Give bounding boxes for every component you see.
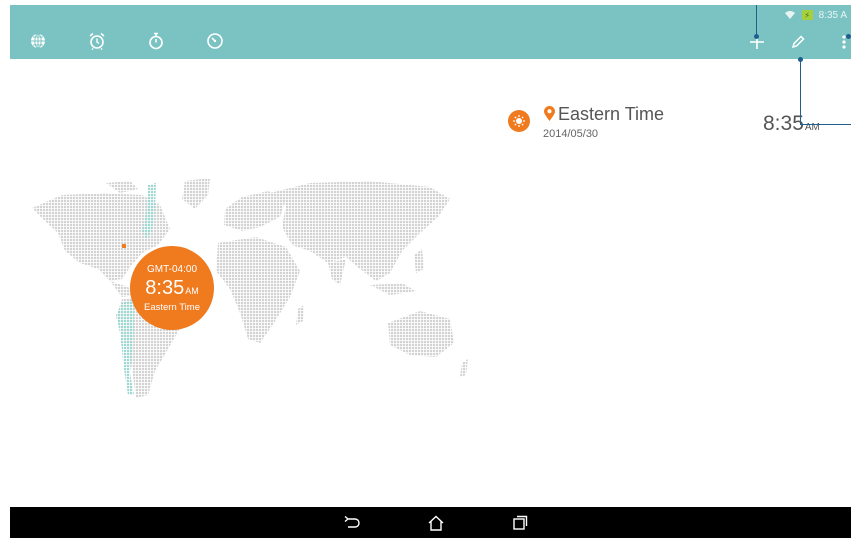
map-time-bubble[interactable]: GMT-04:00 8:35AM Eastern Time [130, 246, 214, 330]
callout-dot-edit [798, 57, 803, 62]
timezone-time-value: 8:35 [763, 112, 804, 135]
location-pin-icon [544, 106, 555, 121]
callout-leader-edit [800, 60, 802, 125]
globe-icon [31, 33, 45, 49]
battery-charging-icon: ⚡ [801, 10, 813, 20]
back-icon [344, 516, 360, 528]
tab-stopwatch[interactable] [145, 30, 167, 52]
edit-button[interactable] [787, 31, 809, 53]
bubble-time-value: 8:35 [145, 277, 185, 299]
home-icon [428, 515, 444, 531]
callout-leader-add [756, 5, 758, 35]
alarm-clock-icon [89, 32, 105, 50]
home-button[interactable] [426, 514, 446, 532]
status-time: 8:35 A [818, 9, 847, 21]
tab-world-clock[interactable] [27, 30, 49, 52]
tab-timer[interactable] [204, 30, 226, 52]
recents-icon [513, 515, 528, 530]
bubble-zone-name: Eastern Time [144, 302, 200, 313]
clock-app-screen: ⚡ 8:35 A Eastern Time 2014/05/30 8:35AM … [10, 5, 851, 538]
back-button[interactable] [342, 514, 362, 532]
sun-icon [508, 110, 530, 132]
bubble-time: 8:35AM [130, 277, 214, 300]
recents-button[interactable] [510, 514, 530, 532]
app-bar: ⚡ 8:35 A [10, 5, 851, 59]
tab-alarm[interactable] [86, 30, 108, 52]
world-map[interactable] [10, 173, 470, 403]
bubble-time-ampm: AM [185, 286, 199, 296]
callout-leader-edit-horizontal [800, 124, 851, 126]
status-bar: ⚡ 8:35 A [784, 9, 847, 21]
system-nav-bar [10, 507, 851, 538]
pencil-icon [791, 35, 805, 49]
current-location-marker [122, 244, 126, 248]
callout-dot-add [754, 34, 759, 39]
bubble-gmt-offset: GMT-04:00 [146, 264, 198, 275]
callout-dot-more [846, 34, 851, 39]
timezone-date: 2014/05/30 [543, 128, 599, 140]
timer-icon [207, 33, 223, 49]
stopwatch-icon [149, 32, 163, 50]
wifi-icon [784, 11, 795, 19]
timezone-name: Eastern Time [558, 104, 665, 124]
